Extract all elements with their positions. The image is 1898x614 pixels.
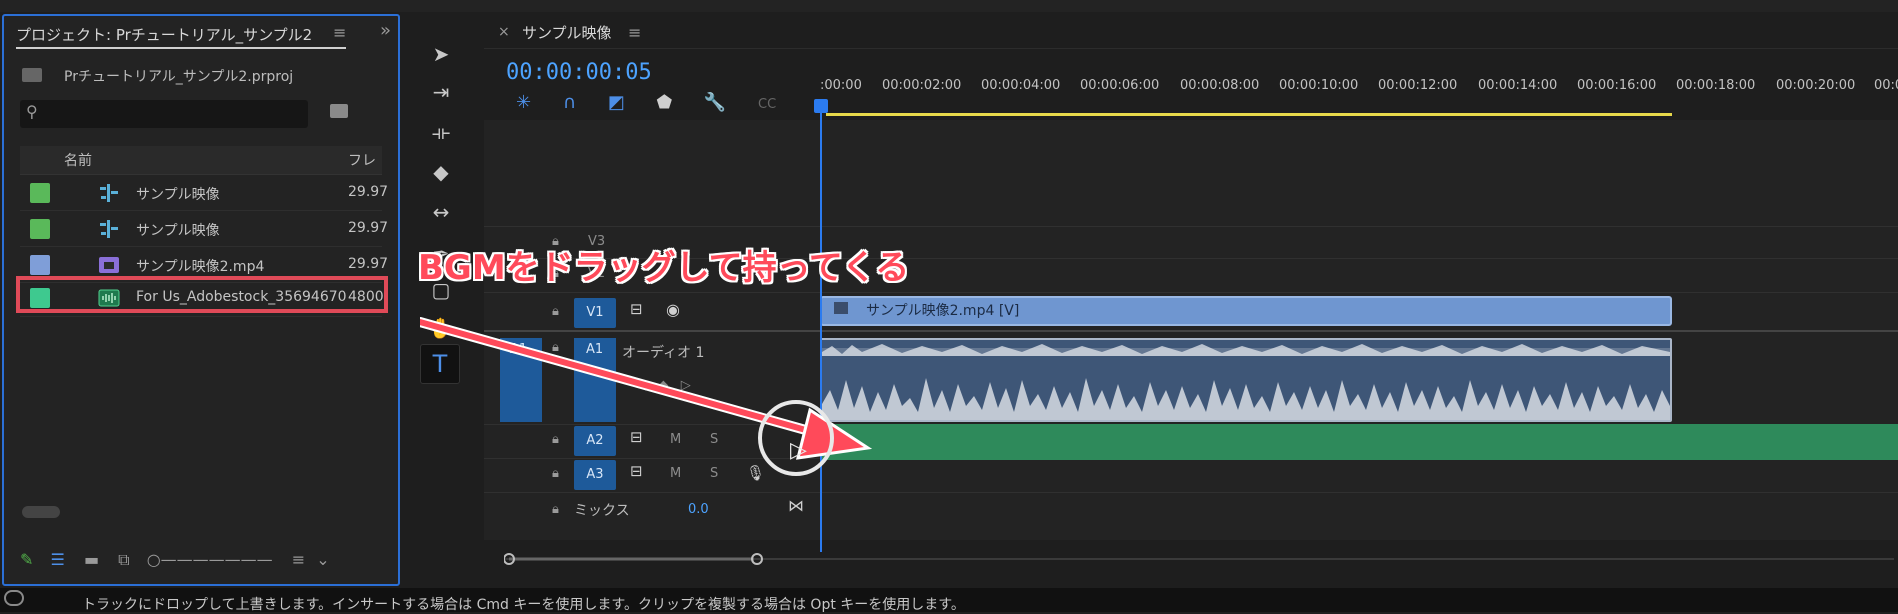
track-divider — [484, 226, 1898, 227]
status-text: トラックにドロップして上書きします。インサートする場合は Cmd キーを使用しま… — [82, 597, 965, 613]
ruler-label: 00:00:20:00 — [1776, 78, 1856, 93]
track-divider — [484, 492, 1898, 493]
project-toolbar: ✎ ☰ ▬ ⧉ ○——————— ≡ ⌄ — [20, 550, 330, 570]
highlight-frame — [16, 276, 388, 313]
ruler-label: 00:00:08:00 — [1180, 78, 1260, 93]
sequence-icon — [98, 220, 120, 238]
mix-label: ミックス — [574, 503, 630, 519]
label-color-swatch — [30, 183, 50, 203]
freeform-view-icon[interactable]: ⧉ — [118, 550, 129, 569]
snap-magnet-icon[interactable]: ∩ — [563, 92, 576, 113]
selection-tool-icon[interactable]: ➤ — [418, 36, 464, 72]
audio-clip[interactable] — [820, 338, 1672, 422]
close-icon[interactable]: × — [498, 24, 510, 40]
ruler-label: 00:00:14:00 — [1478, 78, 1558, 93]
video-clip-label: サンプル映像2.mp4 [V] — [866, 303, 1020, 319]
search-input[interactable] — [20, 100, 308, 128]
list-item[interactable]: サンプル映像 29.97 — [20, 175, 388, 211]
ruler-label: 00:00:04:00 — [981, 78, 1061, 93]
bgm-drop-preview — [822, 424, 1898, 460]
sequence-toolbar: ✳ ∩ ◩ ⬟ 🔧 CC — [516, 92, 776, 113]
razor-tool-icon[interactable]: ◆ — [418, 154, 464, 190]
ruler-label: 00:00:10:00 — [1279, 78, 1359, 93]
panel-menu-icon[interactable]: ≡ — [333, 23, 346, 42]
ruler-label: 00:0 — [1874, 78, 1898, 93]
video-clip-icon — [98, 256, 120, 274]
mix-volume-value[interactable]: 0.0 — [688, 502, 709, 517]
ruler-label: 00:00:12:00 — [1378, 78, 1458, 93]
bowtie-icon[interactable]: ⋈ — [788, 496, 804, 515]
playhead-handle[interactable] — [814, 99, 828, 113]
search-icon: ⚲ — [26, 102, 38, 121]
ruler-label: :00:00 — [820, 78, 862, 93]
item-framerate: 29.97 — [348, 220, 389, 236]
item-name: サンプル映像2.mp4 — [136, 259, 265, 275]
track-divider — [484, 292, 1898, 293]
sequence-icon — [98, 184, 120, 202]
sequence-menu-icon[interactable]: ≡ — [628, 23, 641, 42]
ruler-label: 00:00:02:00 — [882, 78, 962, 93]
sequence-tab[interactable]: サンプル映像 — [522, 22, 612, 43]
item-framerate: 29.97 — [348, 256, 389, 272]
panel-overflow-icon[interactable]: » — [380, 20, 391, 41]
tab-underline — [16, 47, 346, 49]
ruler-label: 00:00:18:00 — [1676, 78, 1756, 93]
project-tab-title[interactable]: プロジェクト: Prチュートリアル_サンプル2 — [16, 24, 312, 45]
ruler-label: 00:00:16:00 — [1577, 78, 1657, 93]
render-bar — [826, 113, 1672, 116]
zoom-slider[interactable]: ○——————— — [147, 550, 273, 569]
lock-icon[interactable]: 🔒︎ — [552, 502, 559, 517]
linked-selection-icon[interactable]: ◩ — [608, 92, 625, 113]
add-marker-icon[interactable]: ⬟ — [657, 92, 673, 113]
timeline-zoom-scrollbar[interactable] — [504, 552, 1894, 566]
sort-icon[interactable]: ≡ — [292, 550, 305, 569]
top-strip — [0, 0, 1898, 12]
tab-divider — [484, 48, 1898, 49]
creative-cloud-icon[interactable] — [4, 590, 24, 606]
label-color-swatch — [30, 219, 50, 239]
pencil-icon[interactable]: ✎ — [20, 550, 33, 569]
column-header-name[interactable]: 名前 — [64, 150, 92, 170]
label-color-swatch — [30, 255, 50, 275]
item-name: サンプル映像 — [136, 187, 220, 203]
list-item[interactable]: サンプル映像 29.97 — [20, 211, 388, 247]
ripple-edit-tool-icon[interactable]: ⟛ — [418, 114, 464, 150]
list-scrollbar[interactable] — [22, 506, 60, 518]
project-folder-icon — [22, 68, 42, 82]
project-file-name: Prチュートリアル_サンプル2.prproj — [64, 69, 294, 85]
ruler-label: 00:00:06:00 — [1080, 78, 1160, 93]
timecode-display[interactable]: 00:00:00:05 — [506, 60, 652, 85]
slip-tool-icon[interactable]: ↔ — [418, 194, 464, 230]
captions-icon[interactable]: CC — [758, 97, 776, 112]
nest-icon[interactable]: ✳ — [516, 92, 531, 113]
new-search-bin-icon[interactable] — [330, 104, 348, 118]
item-framerate: 29.97 — [348, 184, 389, 200]
column-header-framerate[interactable]: フレ — [348, 150, 376, 170]
item-name: サンプル映像 — [136, 223, 220, 239]
track-select-tool-icon[interactable]: ⇥ — [418, 74, 464, 110]
drag-cursor-icon: ▷ — [790, 438, 807, 463]
icon-view-icon[interactable]: ▬ — [84, 550, 99, 569]
chevron-down-icon[interactable]: ⌄ — [316, 550, 329, 569]
list-view-icon[interactable]: ☰ — [51, 550, 65, 569]
annotation-text: BGMをドラッグして持ってくる — [418, 248, 910, 288]
settings-wrench-icon[interactable]: 🔧 — [704, 92, 726, 113]
